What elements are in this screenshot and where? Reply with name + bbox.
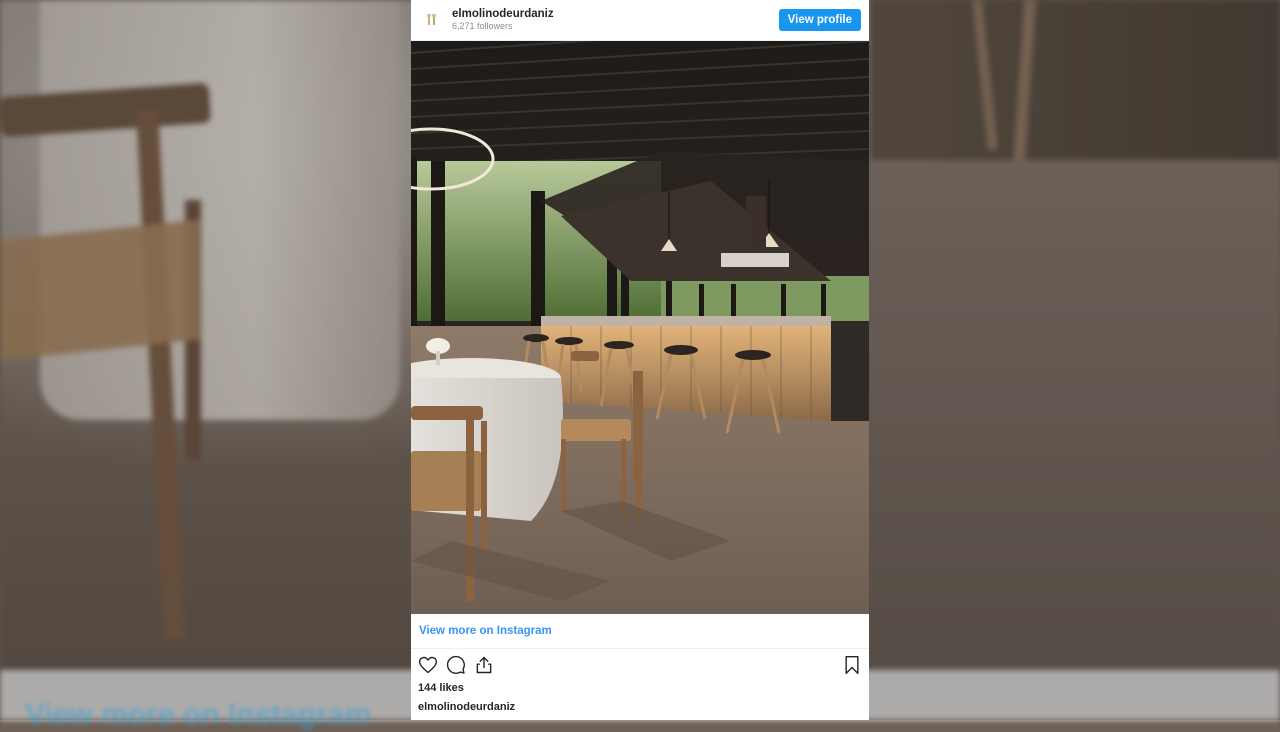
heart-icon[interactable] [418,655,438,675]
instagram-embed-card: elmolinodeurdaniz 6,271 followers View p… [411,0,869,720]
bookmark-icon[interactable] [842,655,862,675]
action-bar [411,649,869,681]
comment-icon[interactable] [446,655,466,675]
embed-header: elmolinodeurdaniz 6,271 followers View p… [411,0,869,41]
blurred-view-more-link: View more on Instagram [25,698,372,731]
view-profile-button[interactable]: View profile [778,9,861,31]
view-more-link[interactable]: View more on Instagram [419,625,552,637]
like-count: 144 likes [418,682,464,694]
follower-count: 6,271 followers [452,20,513,31]
view-more-row: View more on Instagram [411,614,869,649]
logo-icon[interactable] [423,11,441,29]
account-username[interactable]: elmolinodeurdaniz [452,8,779,21]
account-info: elmolinodeurdaniz 6,271 followers [452,8,779,32]
post-image[interactable] [411,41,869,614]
share-icon[interactable] [474,655,494,675]
caption-username[interactable]: elmolinodeurdaniz [411,701,869,713]
